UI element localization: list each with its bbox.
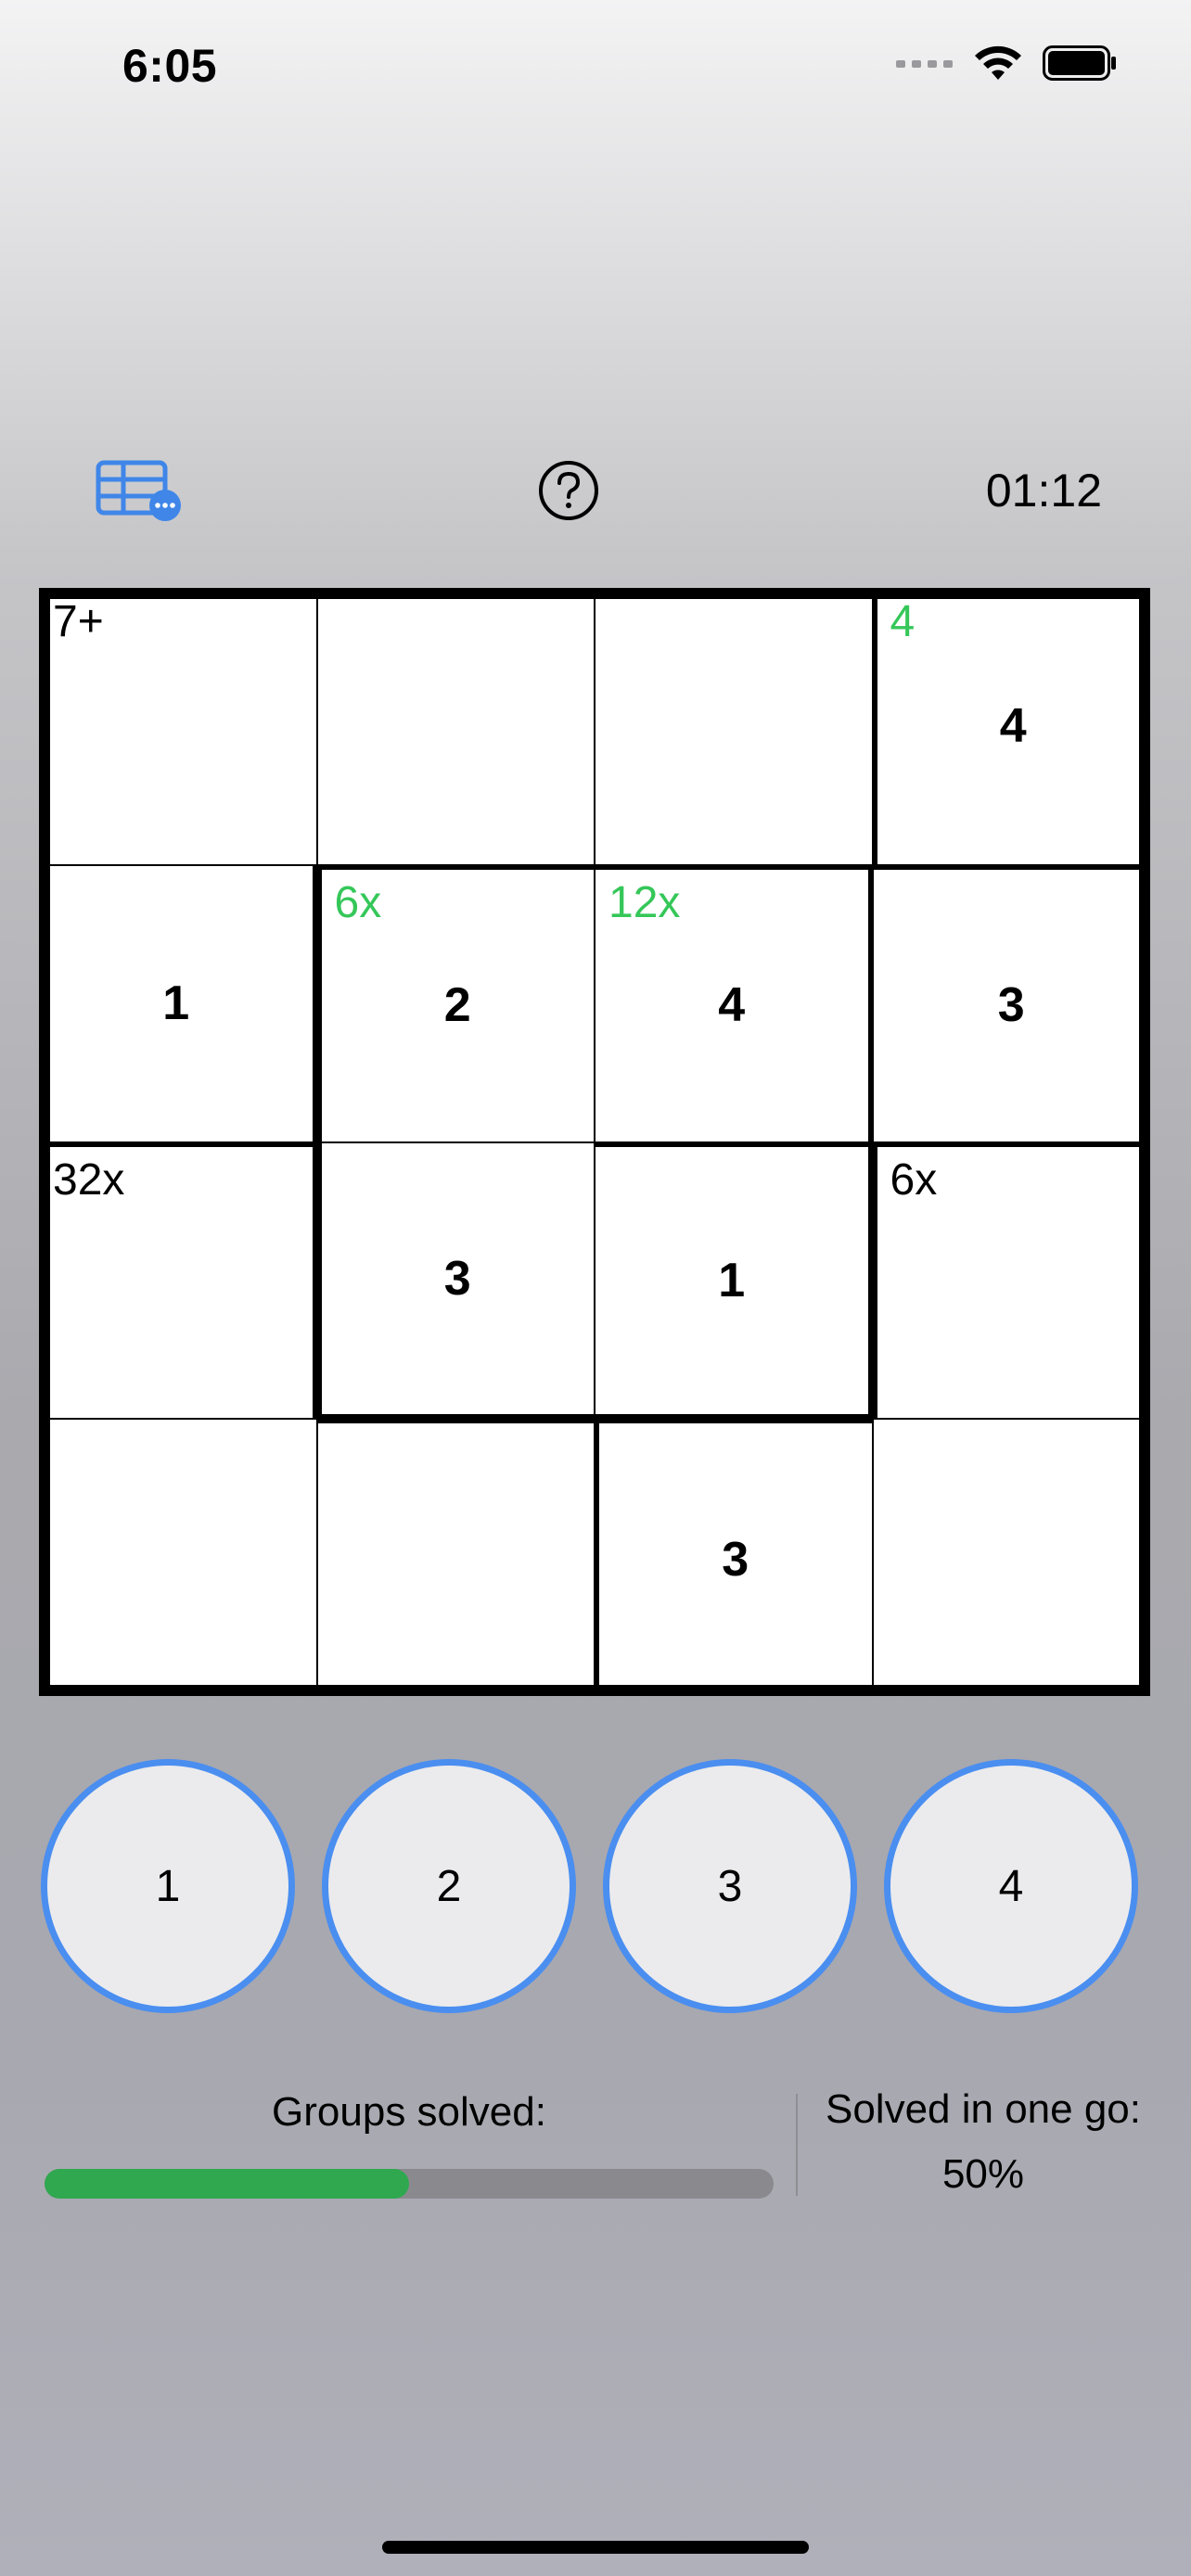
number-pad: 1234 <box>41 1759 1150 2022</box>
number-button-1[interactable]: 1 <box>41 1759 295 2013</box>
cell-value: 3 <box>997 978 1025 1033</box>
cell-value: 4 <box>718 978 746 1033</box>
groups-solved-label: Groups solved: <box>272 2089 546 2135</box>
solved-in-one-go-label: Solved in one go: <box>825 2086 1142 2132</box>
board-cell-r4c3[interactable]: 3 <box>595 1419 873 1696</box>
cell-value: 3 <box>443 1251 471 1306</box>
board-cell-r1c3[interactable] <box>595 588 873 865</box>
puzzle-board: 7+ 4 4 1 6x 2 12x 4 3 32x 3 1 6x 3 <box>39 588 1150 1696</box>
number-button-2[interactable]: 2 <box>322 1759 576 2013</box>
cell-value: 4 <box>999 699 1027 754</box>
cell-value: 2 <box>443 978 471 1033</box>
groups-progress-bar <box>45 2169 774 2199</box>
board-cell-r1c4[interactable]: 44 <box>872 588 1150 865</box>
board-cell-r4c4[interactable] <box>872 1419 1150 1696</box>
board-cell-r3c1[interactable]: 32x <box>39 1141 317 1420</box>
board-cell-r2c3[interactable]: 12x 4 <box>595 864 873 1142</box>
status-icons <box>896 45 1117 82</box>
stats-divider <box>796 2094 798 2196</box>
board-cell-r3c3[interactable]: 1 <box>595 1141 873 1420</box>
cell-value: 1 <box>718 1253 746 1307</box>
grid-menu-icon[interactable] <box>96 460 183 521</box>
board-cell-r2c1[interactable]: 1 <box>39 864 317 1142</box>
cage-label: 7+ <box>53 597 104 646</box>
timer: 01:12 <box>985 465 1102 516</box>
wifi-icon <box>975 45 1021 80</box>
battery-icon <box>1043 45 1116 81</box>
cell-value: 3 <box>722 1532 749 1587</box>
board-cell-r4c1[interactable] <box>39 1419 317 1696</box>
board-cell-r2c2[interactable]: 6x 2 <box>316 864 595 1142</box>
solved-in-one-go-value: 50% <box>941 2151 1025 2197</box>
board-cell-r3c4[interactable]: 6x <box>872 1141 1150 1420</box>
cage-label: 6x <box>890 1154 938 1205</box>
board-cell-r1c1[interactable]: 7+ <box>39 588 317 865</box>
cage-label: 12x <box>608 877 681 927</box>
cell-value: 1 <box>162 976 190 1031</box>
cage-label: 6x <box>334 877 382 927</box>
board-cell-r4c2[interactable] <box>316 1419 595 1696</box>
cage-label: 4 <box>890 597 916 646</box>
cage-label: 32x <box>53 1154 125 1205</box>
groups-progress-fill <box>45 2169 409 2199</box>
number-button-4[interactable]: 4 <box>884 1759 1138 2013</box>
number-button-3[interactable]: 3 <box>603 1759 857 2013</box>
board-cell-r3c2[interactable]: 3 <box>316 1141 595 1420</box>
board-cell-r2c4[interactable]: 3 <box>872 864 1150 1142</box>
home-indicator <box>382 2541 809 2554</box>
help-icon[interactable] <box>538 460 599 521</box>
status-time: 6:05 <box>122 40 218 92</box>
board-cell-r1c2[interactable] <box>316 588 595 865</box>
cellular-signal-icon <box>896 60 953 68</box>
